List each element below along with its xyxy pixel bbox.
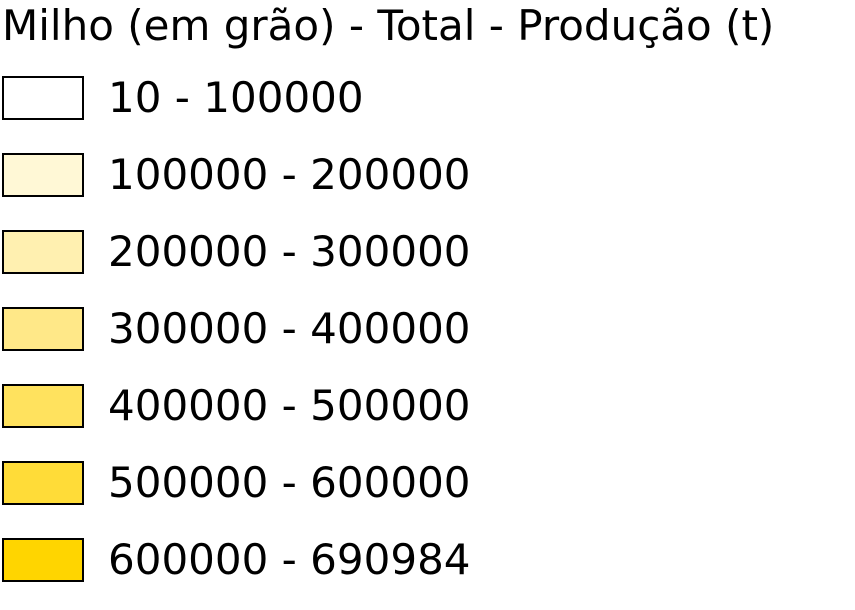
legend-swatch (2, 384, 84, 428)
legend-swatch (2, 76, 84, 120)
legend-label: 400000 - 500000 (108, 381, 471, 430)
legend-swatch (2, 461, 84, 505)
legend-swatch (2, 230, 84, 274)
legend-swatch (2, 153, 84, 197)
legend-swatch (2, 538, 84, 582)
legend-label: 100000 - 200000 (108, 150, 471, 199)
legend-label: 600000 - 690984 (108, 535, 471, 584)
legend-swatch (2, 307, 84, 351)
legend-label: 200000 - 300000 (108, 227, 471, 276)
legend-label: 500000 - 600000 (108, 458, 471, 507)
legend-label: 10 - 100000 (108, 73, 364, 122)
legend-label: 300000 - 400000 (108, 304, 471, 353)
legend-title: Milho (em grão) - Total - Produção (t) (2, 1, 775, 50)
